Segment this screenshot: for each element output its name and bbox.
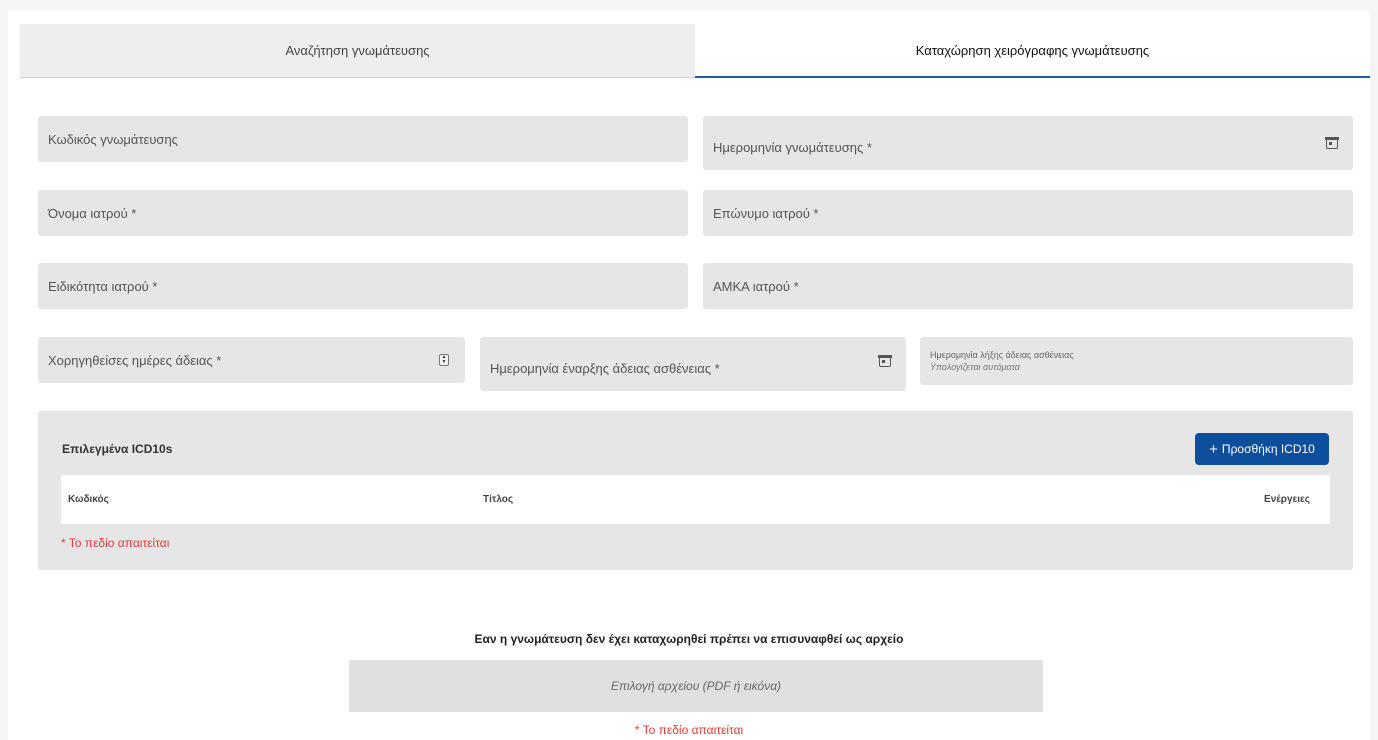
tab-bar: Αναζήτηση γνωμάτευσης Καταχώρηση χειρόγρ… [20,24,1370,78]
doctor-last-name-field[interactable]: Επώνυμο ιατρού * [703,190,1353,236]
leave-start-date-field[interactable]: Ημερομηνία έναρξης άδειας ασθένειας * [480,337,906,391]
icd10-table-header: Κωδικός Τίτλος Ενέργειες [61,475,1330,524]
column-header-title: Τίτλος [483,494,514,505]
icd10-required-error: * Το πεδίο απαιτείται [61,536,170,550]
plus-icon: + [1209,440,1218,458]
upload-note: Εαν η γνωμάτευση δεν έχει καταχωρηθεί πρ… [474,632,904,646]
calendar-icon[interactable] [878,354,892,368]
doctor-specialty-label: Ειδικότητα ιατρού * [48,278,158,294]
tab-search-referral-label: Αναζήτηση γνωμάτευσης [285,43,430,58]
doctor-first-name-label: Όνομα ιατρού * [48,205,137,221]
add-icd10-button[interactable]: + Προσθήκη ICD10 [1195,433,1329,465]
leave-days-label: Χορηγηθείσες ημέρες άδειας * [48,352,222,368]
calendar-icon[interactable] [1325,136,1339,150]
icd10-section: Επιλεγμένα ICD10s + Προσθήκη ICD10 Κωδικ… [38,411,1353,570]
referral-date-label: Ημερομηνία γνωμάτευσης * [713,139,872,155]
leave-days-field[interactable]: Χορηγηθείσες ημέρες άδειας * ▲ ▼ [38,337,465,383]
leave-end-date-label: Ημερομηνία λήξης άδειας ασθένειας [930,350,1074,360]
referral-code-field[interactable]: Κωδικός γνωμάτευσης [38,116,688,162]
doctor-specialty-field[interactable]: Ειδικότητα ιατρού * [38,263,688,309]
tab-search-referral[interactable]: Αναζήτηση γνωμάτευσης [20,24,695,78]
add-icd10-button-label: Προσθήκη ICD10 [1221,442,1315,456]
tab-manual-referral[interactable]: Καταχώρηση χειρόγραφης γνωμάτευσης [695,24,1370,78]
tab-manual-referral-label: Καταχώρηση χειρόγραφης γνωμάτευσης [915,42,1150,58]
page: Αναζήτηση γνωμάτευσης Καταχώρηση χειρόγρ… [8,10,1370,740]
referral-code-label: Κωδικός γνωμάτευσης [48,131,178,147]
leave-end-date-hint: Υπολογίζεται αυτόματα [930,362,1020,372]
file-upload-button-label: Επιλογή αρχείου (PDF ή εικόνα) [610,679,782,693]
doctor-last-name-label: Επώνυμο ιατρού * [713,205,819,221]
doctor-amka-label: ΑΜΚΑ ιατρού * [713,278,799,294]
icd10-section-title: Επιλεγμένα ICD10s [62,442,173,456]
file-upload-button[interactable]: Επιλογή αρχείου (PDF ή εικόνα) [349,660,1043,712]
upload-required-error: * Το πεδίο απαιτείται [634,723,744,737]
referral-date-field[interactable]: Ημερομηνία γνωμάτευσης * [703,116,1353,170]
doctor-amka-field[interactable]: ΑΜΚΑ ιατρού * [703,263,1353,309]
leave-start-date-label: Ημερομηνία έναρξης άδειας ασθένειας * [490,360,720,376]
doctor-first-name-field[interactable]: Όνομα ιατρού * [38,190,688,236]
stepper-icon[interactable]: ▲ ▼ [437,353,451,367]
column-header-actions: Ενέργειες [1264,494,1310,505]
column-header-code: Κωδικός [68,494,109,505]
leave-end-date-field: Ημερομηνία λήξης άδειας ασθένειας Υπολογ… [920,337,1353,385]
